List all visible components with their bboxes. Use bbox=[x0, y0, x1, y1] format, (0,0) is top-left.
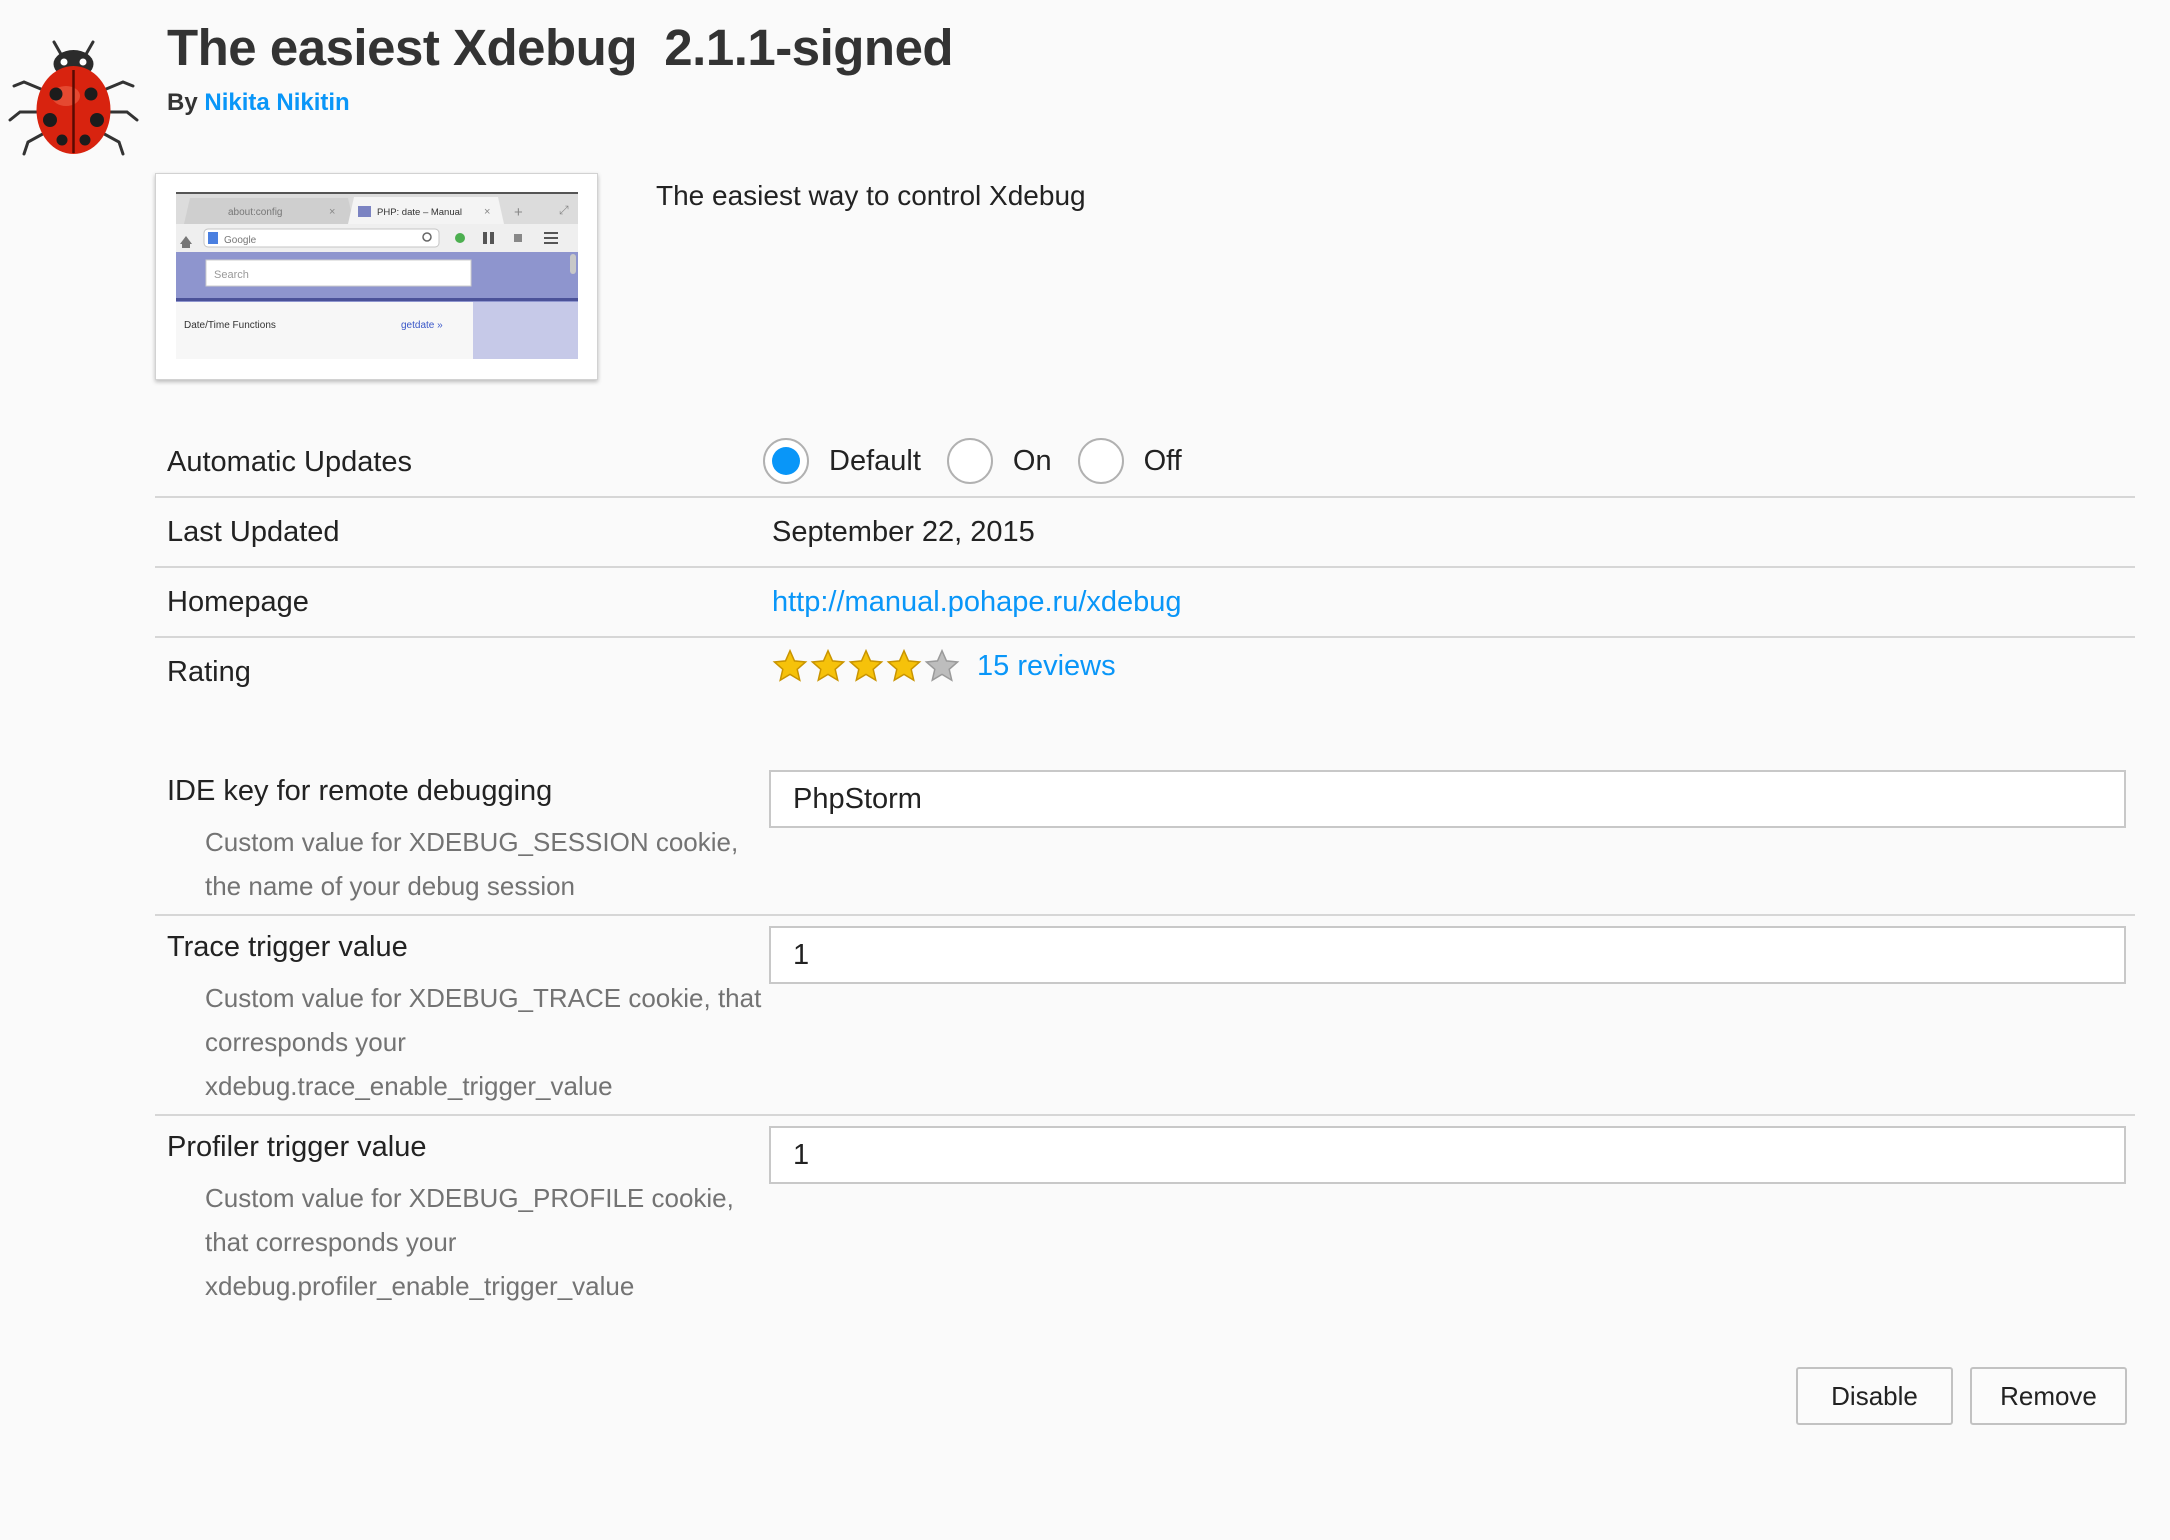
reviews-link[interactable]: 15 reviews bbox=[977, 650, 1116, 683]
last-updated-value: September 22, 2015 bbox=[772, 516, 1035, 548]
close-icon: × bbox=[484, 206, 490, 218]
pref-profiler-trigger-label: Profiler trigger value bbox=[167, 1131, 427, 1163]
addon-title: The easiest Xdebug 2.1.1-signed bbox=[167, 19, 954, 76]
pref-trace-trigger-label: Trace trigger value bbox=[167, 931, 408, 963]
ladybug-icon bbox=[6, 30, 141, 165]
pref-trace-trigger-desc: Custom value for XDEBUG_TRACE cookie, th… bbox=[205, 976, 765, 1108]
automatic-updates-radio-group: Default On Off bbox=[763, 438, 1208, 484]
screenshot-right-link: getdate » bbox=[401, 320, 443, 331]
by-label: By bbox=[167, 89, 198, 116]
radio-default[interactable]: Default bbox=[763, 438, 921, 484]
radio-default-label: Default bbox=[829, 444, 921, 477]
screenshot-search-engine: Google bbox=[224, 235, 257, 246]
addon-description: The easiest way to control Xdebug bbox=[656, 180, 1086, 211]
radio-on-label: On bbox=[1012, 444, 1052, 477]
rating-label: Rating bbox=[167, 656, 251, 688]
preferences-list: IDE key for remote debugging Custom valu… bbox=[155, 760, 2135, 1316]
pref-profiler-trigger: Profiler trigger value Custom value for … bbox=[155, 1116, 2135, 1316]
pref-trace-trigger: Trace trigger value Custom value for XDE… bbox=[155, 916, 2135, 1116]
profiler-trigger-input[interactable] bbox=[769, 1126, 2126, 1184]
star-filled-icon bbox=[886, 648, 922, 682]
pref-ide-key: IDE key for remote debugging Custom valu… bbox=[155, 760, 2135, 916]
screenshot-tab2: PHP: date – Manual bbox=[377, 207, 462, 218]
author-link[interactable]: Nikita Nikitin bbox=[204, 89, 349, 116]
pref-ide-key-label: IDE key for remote debugging bbox=[167, 775, 553, 807]
screenshot-left-text: Date/Time Functions bbox=[184, 320, 276, 331]
homepage-link[interactable]: http://manual.pohape.ru/xdebug bbox=[772, 586, 1182, 619]
pref-profiler-trigger-desc: Custom value for XDEBUG_PROFILE cookie, … bbox=[205, 1176, 765, 1308]
star-empty-icon bbox=[924, 648, 960, 682]
pref-desc-line: corresponds your bbox=[205, 1027, 406, 1057]
disable-button[interactable]: Disable bbox=[1796, 1367, 1953, 1425]
pref-desc-line: Custom value for XDEBUG_TRACE cookie, th… bbox=[205, 983, 762, 1013]
addon-author-line: By Nikita Nikitin bbox=[167, 89, 953, 117]
rating-stars: 15 reviews bbox=[772, 648, 1116, 684]
resize-icon: ⤢ bbox=[558, 203, 569, 217]
addon-header: The easiest Xdebug 2.1.1-signed By Nikit… bbox=[167, 18, 954, 117]
details-list: Automatic Updates Default On Off Last Up… bbox=[155, 428, 2135, 708]
screenshot-tab1: about:config bbox=[228, 207, 283, 218]
last-updated-label: Last Updated bbox=[167, 516, 340, 548]
homepage-label: Homepage bbox=[167, 586, 309, 618]
pref-desc-line: Custom value for XDEBUG_PROFILE cookie, bbox=[205, 1183, 734, 1213]
automatic-updates-row: Automatic Updates Default On Off bbox=[155, 428, 2135, 498]
ide-key-input[interactable] bbox=[769, 770, 2126, 828]
pref-ide-key-desc: Custom value for XDEBUG_SESSION cookie, … bbox=[205, 820, 765, 908]
star-filled-icon bbox=[810, 648, 846, 682]
radio-on-control[interactable] bbox=[946, 438, 993, 484]
radio-off-label: Off bbox=[1143, 444, 1182, 477]
radio-on[interactable]: On bbox=[946, 438, 1052, 484]
new-tab-icon: + bbox=[514, 204, 523, 221]
rating-row: Rating 15 reviews bbox=[155, 638, 2135, 708]
star-filled-icon bbox=[848, 648, 884, 682]
automatic-updates-label: Automatic Updates bbox=[167, 446, 413, 478]
homepage-row: Homepage http://manual.pohape.ru/xdebug bbox=[155, 568, 2135, 638]
addon-screenshot[interactable]: about:config × PHP: date – Manual × + ⤢ … bbox=[155, 173, 598, 380]
screenshot-search-field: Search bbox=[214, 269, 249, 281]
remove-button[interactable]: Remove bbox=[1970, 1367, 2127, 1425]
close-icon: × bbox=[329, 206, 335, 218]
pref-desc-line: the name of your debug session bbox=[205, 871, 576, 901]
radio-off[interactable]: Off bbox=[1077, 438, 1182, 484]
last-updated-row: Last Updated September 22, 2015 bbox=[155, 498, 2135, 568]
pref-desc-line: that corresponds your bbox=[205, 1227, 457, 1257]
star-filled-icon bbox=[772, 648, 808, 682]
radio-default-control[interactable] bbox=[763, 438, 809, 484]
pref-desc-line: xdebug.profiler_enable_trigger_value bbox=[205, 1271, 635, 1301]
pref-desc-line: xdebug.trace_enable_trigger_value bbox=[205, 1071, 613, 1101]
trace-trigger-input[interactable] bbox=[769, 926, 2126, 984]
radio-off-control[interactable] bbox=[1077, 438, 1124, 484]
pref-desc-line: Custom value for XDEBUG_SESSION cookie, bbox=[205, 827, 739, 857]
